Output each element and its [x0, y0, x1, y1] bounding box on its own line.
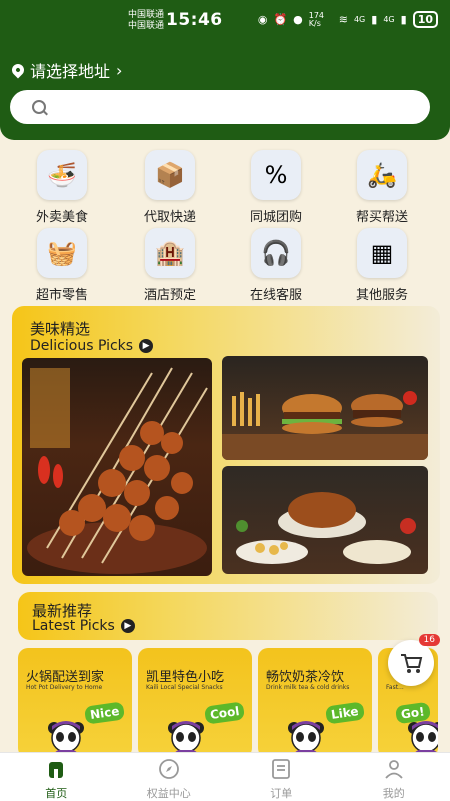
latest-title-en: Latest Picks ▶ — [32, 618, 135, 634]
location-icon: ● — [293, 13, 303, 26]
roast-chicken-image[interactable] — [222, 466, 428, 574]
tab-home-label: 首页 — [0, 785, 113, 801]
location-label: 请选择地址 — [30, 58, 110, 82]
service-item[interactable]: 🎧 在线客服 — [226, 228, 326, 303]
service-item[interactable]: % 同城团购 — [226, 150, 326, 225]
compass-icon — [158, 758, 180, 780]
order-list-icon — [270, 758, 292, 780]
roast-chicken-illustration — [222, 466, 428, 574]
promo-sticker: Cool — [204, 701, 246, 724]
promo-title: 火锅配送到家 — [26, 666, 104, 685]
profile-icon — [383, 758, 405, 780]
map-pin-icon — [10, 62, 27, 79]
burgers-image[interactable] — [222, 356, 428, 460]
net-speed: 174 K/s — [309, 12, 333, 28]
clock: 15:46 — [166, 10, 223, 30]
wifi-icon: ≋ — [339, 13, 348, 26]
header: 请选择地址 › — [0, 40, 450, 140]
promo-subtitle: Kaili Local Special Snacks — [146, 684, 223, 691]
skewers-image[interactable] — [22, 358, 212, 576]
tab-bar: 首页 权益中心 订单 我的 — [0, 752, 450, 801]
promo-card[interactable]: 凯里特色小吃Kaili Local Special Snacks Cool — [138, 648, 252, 758]
promo-subtitle: Hot Pot Delivery to Home — [26, 684, 102, 691]
carrier-1: 中国联通 — [128, 10, 164, 21]
discount-megaphone-icon: % — [251, 150, 301, 200]
service-label: 在线客服 — [226, 284, 326, 303]
service-label: 其他服务 — [332, 284, 432, 303]
signal-1: 4G — [354, 15, 365, 24]
cart-button[interactable]: 16 — [388, 640, 434, 686]
customer-service-icon: 🎧 — [251, 228, 301, 278]
featured-title-en: Delicious Picks ▶ — [30, 338, 153, 354]
search-bar[interactable] — [10, 90, 430, 124]
promo-card[interactable]: 畅饮奶茶冷饮Drink milk tea & cold drinks Like — [258, 648, 372, 758]
featured-card[interactable]: 美味精选 Delicious Picks ▶ — [12, 306, 440, 584]
skewers-illustration — [22, 358, 212, 576]
featured-title-cn: 美味精选 — [30, 318, 90, 339]
service-item[interactable]: ▦ 其他服务 — [332, 228, 432, 303]
carrier-info: 中国联通 中国联通 — [128, 10, 164, 32]
cart-icon — [399, 652, 423, 674]
cart-count-badge: 16 — [419, 634, 440, 646]
status-icons: ◉ ⏰ ● 174 K/s ≋ 4G ▮ 4G ▮ 10 — [258, 11, 438, 28]
noodle-bowl-icon: 🍜 — [37, 150, 87, 200]
service-label: 同城团购 — [226, 206, 326, 225]
promo-card[interactable]: 火锅配送到家Hot Pot Delivery to Home Nice — [18, 648, 132, 758]
arrow-right-icon: ▶ — [121, 619, 135, 633]
grid-apps-icon: ▦ — [357, 228, 407, 278]
promo-title: 凯里特色小吃 — [146, 666, 224, 685]
eye-icon: ◉ — [258, 13, 268, 26]
service-item[interactable]: 🛵 帮买帮送 — [332, 150, 432, 225]
signal-icon-2: ▮ — [401, 13, 407, 26]
alarm-icon: ⏰ — [273, 13, 287, 26]
promo-sticker: Like — [325, 701, 365, 724]
service-label: 超市零售 — [12, 284, 112, 303]
promo-subtitle: Fast... — [386, 684, 404, 691]
promo-subtitle: Drink milk tea & cold drinks — [266, 684, 349, 691]
service-label: 代取快递 — [120, 206, 220, 225]
hotel-icon: 🏨 — [145, 228, 195, 278]
featured-title-en-text: Delicious Picks — [30, 338, 133, 354]
service-item[interactable]: 🍜 外卖美食 — [12, 150, 112, 225]
tab-benefits-label: 权益中心 — [113, 785, 226, 801]
grocery-basket-icon: 🧺 — [37, 228, 87, 278]
tab-benefits[interactable]: 权益中心 — [113, 753, 226, 801]
chevron-right-icon: › — [116, 61, 122, 80]
service-label: 酒店预定 — [120, 284, 220, 303]
search-icon — [32, 100, 46, 114]
signal-2: 4G — [383, 15, 394, 24]
scooter-icon: 🛵 — [357, 150, 407, 200]
latest-title-en-text: Latest Picks — [32, 618, 115, 634]
status-bar: 中国联通 中国联通 15:46 ◉ ⏰ ● 174 K/s ≋ 4G ▮ 4G … — [0, 0, 450, 40]
tab-orders-label: 订单 — [225, 785, 338, 801]
promo-sticker: Nice — [84, 701, 126, 724]
service-item[interactable]: 📦 代取快递 — [120, 150, 220, 225]
latest-header[interactable]: 最新推荐 Latest Picks ▶ — [18, 592, 438, 640]
tab-orders[interactable]: 订单 — [225, 753, 338, 801]
promo-title: 畅饮奶茶冷饮 — [266, 666, 344, 685]
tab-profile[interactable]: 我的 — [338, 753, 450, 801]
arrow-right-icon: ▶ — [139, 339, 153, 353]
battery-icon: 10 — [413, 11, 438, 28]
service-item[interactable]: 🏨 酒店预定 — [120, 228, 220, 303]
service-label: 外卖美食 — [12, 206, 112, 225]
tab-profile-label: 我的 — [338, 785, 450, 801]
location-selector[interactable]: 请选择地址 › — [12, 58, 122, 82]
home-icon — [45, 758, 67, 780]
signal-icon-1: ▮ — [371, 13, 377, 26]
service-label: 帮买帮送 — [332, 206, 432, 225]
package-icon: 📦 — [145, 150, 195, 200]
service-item[interactable]: 🧺 超市零售 — [12, 228, 112, 303]
burgers-illustration — [222, 356, 428, 460]
tab-home[interactable]: 首页 — [0, 753, 113, 801]
carrier-2: 中国联通 — [128, 21, 164, 32]
